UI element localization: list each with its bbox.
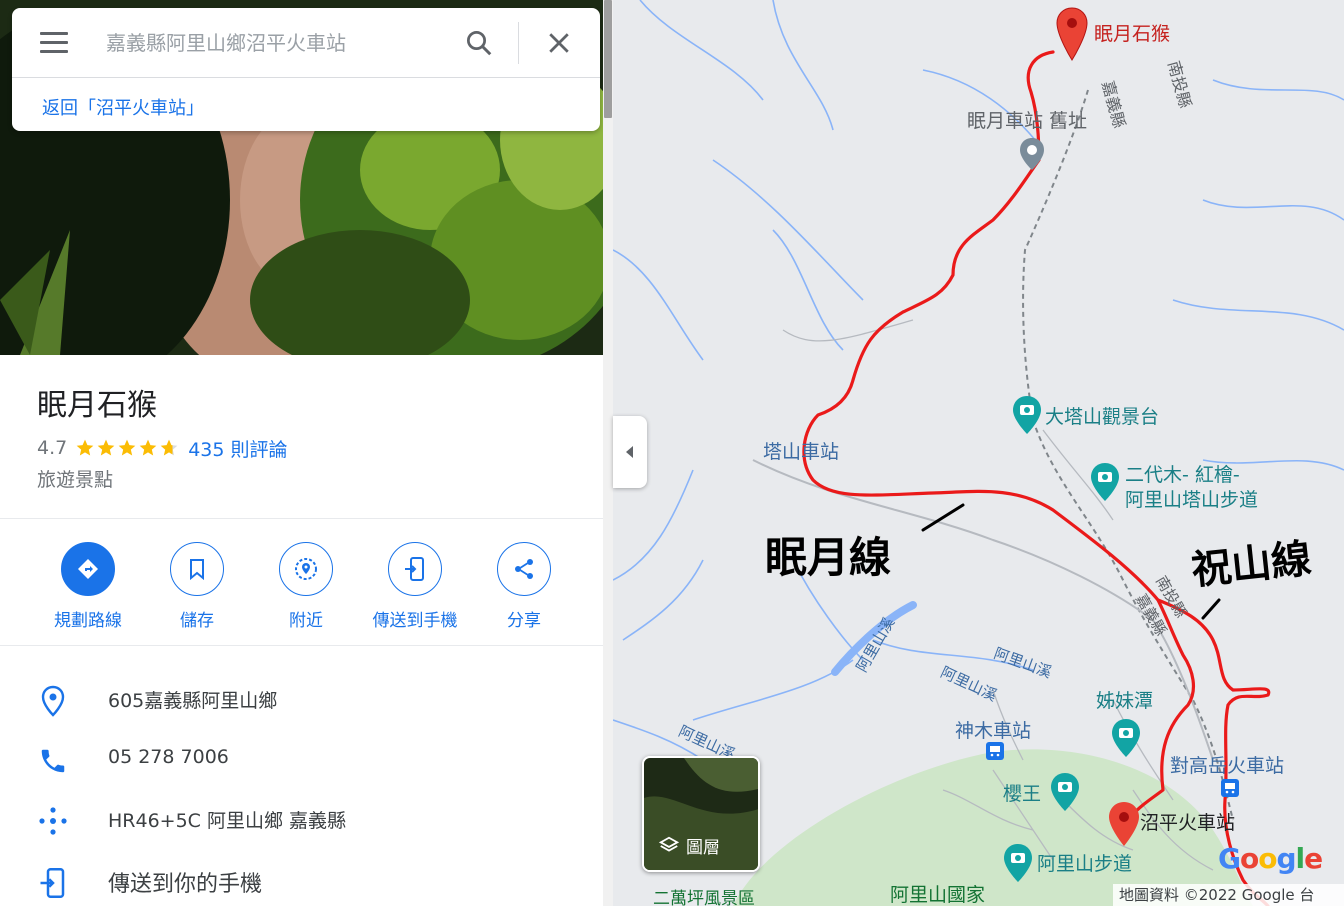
star-icon [160, 439, 178, 456]
tashan-station-label[interactable]: 塔山車站 [763, 437, 839, 464]
phone-text: 05 278 7006 [108, 746, 229, 768]
search-divider [518, 22, 519, 64]
camera-icon[interactable] [1110, 718, 1142, 758]
mianyue-line-annotation: 眠月線 [765, 533, 892, 582]
send-to-phone-icon [388, 542, 442, 596]
zhaoping-station-label[interactable]: 沼平火車站 [1140, 808, 1235, 835]
search-bar [12, 8, 600, 78]
chevron-left-icon [626, 446, 633, 458]
bookmark-icon [170, 542, 224, 596]
camera-icon[interactable] [1002, 843, 1034, 883]
sisters-pond-label[interactable]: 姊妹潭 [1096, 686, 1153, 713]
zhaoping-pin-icon[interactable] [1107, 800, 1141, 848]
search-input[interactable] [106, 26, 446, 60]
alishan-park-label[interactable]: 阿里山國家 [890, 880, 985, 906]
send-to-device-icon [36, 866, 70, 900]
plus-code-text: HR46+5C 阿里山鄉 嘉義縣 [108, 810, 347, 832]
duigaoyue-station-label[interactable]: 對高岳火車站 [1170, 751, 1284, 778]
camera-icon[interactable] [1089, 462, 1121, 502]
destination-label[interactable]: 眠月石猴 [1094, 19, 1170, 46]
plus-code-icon [36, 804, 70, 838]
erdaimu-label-2[interactable]: 阿里山塔山步道 [1125, 485, 1258, 512]
close-icon[interactable] [544, 28, 574, 58]
erdaimu-label-1[interactable]: 二代木- 紅檜- [1125, 460, 1240, 487]
address-row[interactable]: 605嘉義縣阿里山鄉 [0, 670, 603, 726]
divider [0, 518, 603, 519]
search-card: 返回「沼平火車站」 [12, 8, 600, 131]
directions-button[interactable]: 規劃路線 [33, 542, 143, 631]
panel-scrollbar[interactable] [603, 0, 613, 906]
search-icon[interactable] [464, 28, 494, 58]
star-icon [97, 439, 115, 456]
rating-value: 4.7 [37, 437, 68, 459]
place-category: 旅遊景點 [37, 469, 114, 491]
menu-icon[interactable] [40, 32, 68, 54]
layers-label: 圖層 [658, 833, 720, 858]
star-icon [118, 439, 136, 456]
send-to-phone-row[interactable]: 傳送到你的手機 [0, 852, 603, 906]
divider [0, 645, 603, 646]
directions-label: 規劃路線 [54, 611, 122, 631]
star-icon [139, 439, 157, 456]
place-panel: 返回「沼平火車站」 眠月石猴 4.7 435 則評論 旅遊景點 規劃路線 儲存 [0, 0, 603, 906]
destination-pin-icon[interactable] [1055, 6, 1089, 62]
scrollbar-thumb[interactable] [604, 0, 612, 118]
shenmu-station-label[interactable]: 神木車站 [955, 716, 1031, 743]
share-label: 分享 [507, 611, 541, 631]
save-button[interactable]: 儲存 [142, 542, 252, 631]
layers-text: 圖層 [686, 838, 720, 858]
nearby-button[interactable]: 附近 [251, 542, 361, 631]
star-icon [76, 439, 94, 456]
send-to-phone-text: 傳送到你的手機 [108, 872, 263, 897]
phone-row[interactable]: 05 278 7006 [0, 730, 603, 786]
share-icon [497, 542, 551, 596]
train-station-icon[interactable] [1220, 778, 1240, 798]
layers-button[interactable]: 圖層 [642, 756, 760, 872]
location-pin-icon [36, 684, 70, 718]
alishan-trail-label[interactable]: 阿里山步道 [1037, 849, 1132, 876]
map-attribution[interactable]: 地圖資料 ©2022 Google 台 [1113, 884, 1344, 906]
nearby-label: 附近 [289, 611, 323, 631]
camera-icon[interactable] [1049, 772, 1081, 812]
phone-icon [36, 744, 70, 778]
reviews-link[interactable]: 435 則評論 [188, 435, 287, 462]
place-title: 眠月石猴 [37, 388, 157, 423]
send-to-phone-label: 傳送到手機 [372, 611, 458, 631]
landmark-pin-icon[interactable] [1017, 136, 1047, 172]
nearby-icon [279, 542, 333, 596]
directions-icon [61, 542, 115, 596]
maps-app: 返回「沼平火車站」 眠月石猴 4.7 435 則評論 旅遊景點 規劃路線 儲存 [0, 0, 1344, 906]
rating-row: 4.7 435 則評論 [37, 434, 288, 462]
erwanping-label[interactable]: 二萬坪風景區 [653, 884, 755, 906]
yingwang-label[interactable]: 櫻王 [1003, 779, 1041, 806]
old-station-label[interactable]: 眠月車站 舊址 [967, 106, 1087, 133]
google-logo: Google [1218, 842, 1323, 875]
address-text: 605嘉義縣阿里山鄉 [108, 690, 278, 712]
datashan-label[interactable]: 大塔山觀景台 [1045, 402, 1159, 429]
save-label: 儲存 [180, 611, 214, 631]
camera-icon[interactable] [1011, 395, 1043, 435]
send-to-phone-button[interactable]: 傳送到手機 [360, 542, 470, 631]
share-button[interactable]: 分享 [469, 542, 579, 631]
back-link[interactable]: 返回「沼平火車站」 [42, 94, 204, 120]
layers-icon [658, 836, 680, 852]
collapse-panel-button[interactable] [613, 416, 647, 488]
rating-stars [75, 438, 180, 458]
plus-code-row[interactable]: HR46+5C 阿里山鄉 嘉義縣 [0, 790, 603, 846]
train-station-icon[interactable] [985, 741, 1005, 761]
